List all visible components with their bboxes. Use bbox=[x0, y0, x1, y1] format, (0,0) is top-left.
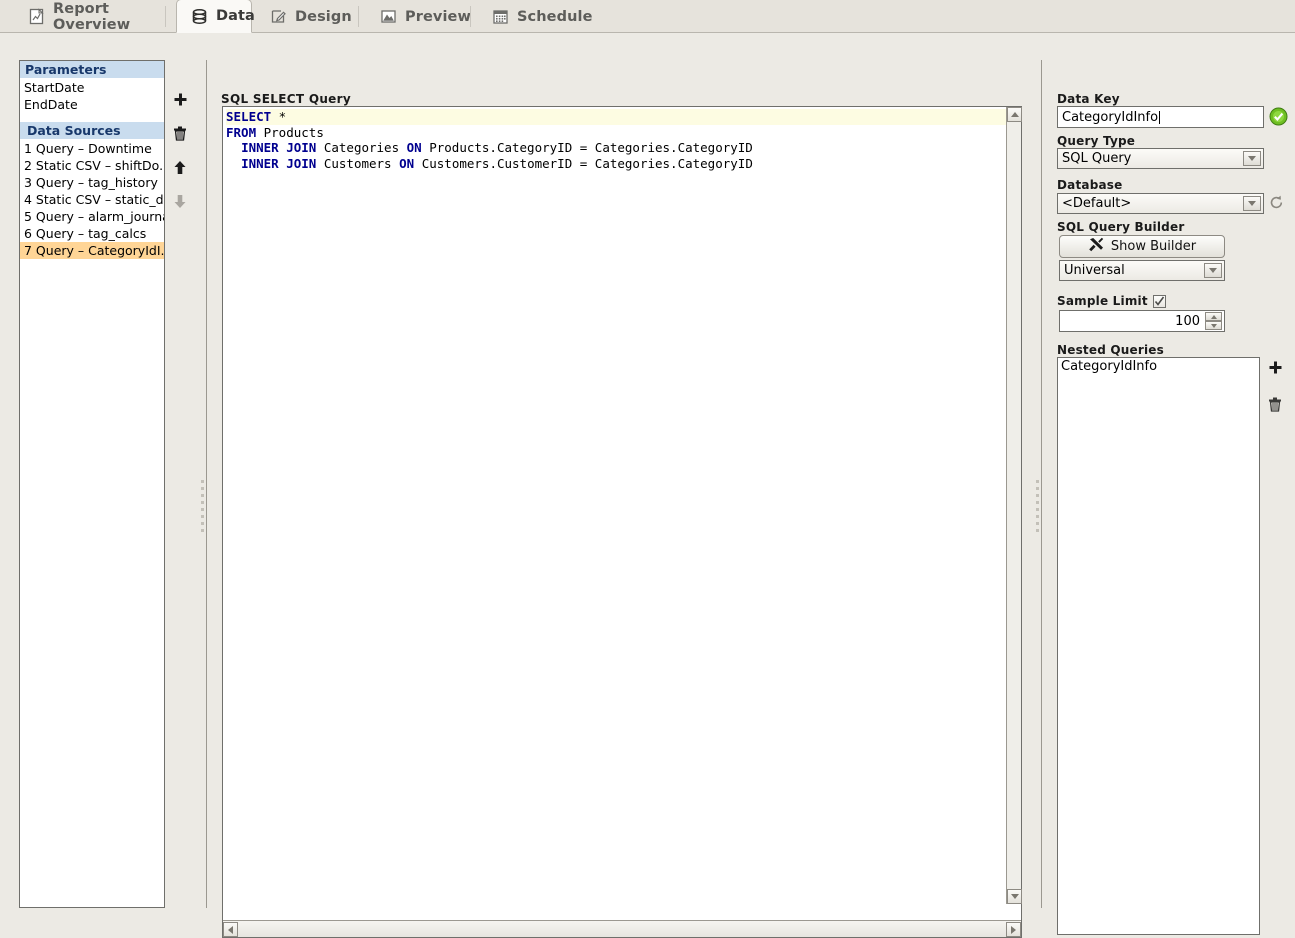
delete-icon[interactable] bbox=[170, 125, 190, 142]
tab-schedule[interactable]: Schedule bbox=[478, 0, 592, 33]
query-type-select[interactable]: SQL Query bbox=[1057, 148, 1264, 169]
tab-report-overview[interactable]: Report Overview bbox=[14, 0, 166, 33]
data-key-value: CategoryIdInfo bbox=[1062, 109, 1159, 125]
nested-queries-toolbar bbox=[1265, 357, 1285, 431]
tab-label: Report Overview bbox=[53, 0, 131, 33]
sql-editor-panel[interactable]: SELECT * FROM Products INNER JOIN Categor… bbox=[222, 106, 1022, 938]
list-item[interactable]: 4 Static CSV – static_d... bbox=[20, 191, 164, 208]
splitter-grip bbox=[1036, 480, 1039, 536]
query-type-label: Query Type bbox=[1057, 134, 1136, 148]
stepper-down-icon[interactable] bbox=[1205, 321, 1222, 330]
list-item[interactable]: StartDate bbox=[20, 79, 164, 96]
database-icon bbox=[191, 8, 208, 25]
move-up-icon[interactable] bbox=[170, 159, 190, 176]
parameters-list[interactable]: StartDate EndDate bbox=[20, 79, 164, 113]
splitter-grip bbox=[201, 480, 204, 536]
editor-vertical-scrollbar[interactable] bbox=[1006, 107, 1022, 904]
splitter-line bbox=[1041, 60, 1042, 908]
chevron-down-icon[interactable] bbox=[1243, 151, 1261, 166]
sql-editor-label: SQL SELECT Query bbox=[221, 92, 351, 106]
scroll-left-button[interactable] bbox=[223, 922, 238, 937]
sample-limit-label-group: Sample Limit bbox=[1057, 294, 1166, 308]
tools-icon bbox=[1088, 237, 1105, 256]
show-builder-button[interactable]: Show Builder bbox=[1059, 235, 1225, 258]
add-nested-icon[interactable] bbox=[1265, 357, 1285, 377]
list-item[interactable]: 6 Query – tag_calcs bbox=[20, 225, 164, 242]
sample-limit-value: 100 bbox=[1175, 313, 1200, 329]
tab-preview[interactable]: Preview bbox=[366, 0, 471, 33]
stepper-up-icon[interactable] bbox=[1205, 312, 1222, 321]
sql-line: FROM Products bbox=[226, 124, 324, 140]
builder-dialect-value: Universal bbox=[1064, 263, 1125, 278]
list-item[interactable]: 1 Query – Downtime bbox=[20, 140, 164, 157]
database-select[interactable]: <Default> bbox=[1057, 193, 1264, 214]
tab-label: Schedule bbox=[517, 8, 593, 25]
database-value: <Default> bbox=[1062, 196, 1132, 211]
add-icon[interactable] bbox=[170, 91, 190, 108]
sample-limit-checkbox[interactable] bbox=[1152, 294, 1166, 308]
query-type-value: SQL Query bbox=[1062, 151, 1132, 166]
pencil-icon bbox=[270, 8, 287, 25]
scroll-down-button[interactable] bbox=[1007, 889, 1022, 904]
list-item[interactable]: 2 Static CSV – shiftDo... bbox=[20, 157, 164, 174]
nested-queries-label: Nested Queries bbox=[1057, 343, 1164, 357]
data-key-input[interactable]: CategoryIdInfo bbox=[1057, 106, 1264, 128]
data-sources-list[interactable]: 1 Query – Downtime 2 Static CSV – shiftD… bbox=[20, 140, 164, 259]
list-item-selected[interactable]: 7 Query – CategoryIdI... bbox=[20, 242, 164, 259]
tab-design[interactable]: Design bbox=[256, 0, 359, 33]
chevron-down-icon[interactable] bbox=[1204, 263, 1222, 278]
list-item[interactable]: CategoryIdInfo bbox=[1058, 358, 1259, 374]
stepper-arrows[interactable] bbox=[1205, 312, 1222, 330]
image-icon bbox=[380, 8, 397, 25]
datasource-toolbar bbox=[170, 91, 190, 227]
move-down-icon[interactable] bbox=[170, 193, 190, 210]
right-splitter[interactable] bbox=[1033, 60, 1043, 908]
delete-nested-icon[interactable] bbox=[1265, 394, 1285, 414]
data-sources-header: Data Sources bbox=[20, 122, 164, 140]
list-item[interactable]: 5 Query – alarm_journal bbox=[20, 208, 164, 225]
data-key-label: Data Key bbox=[1057, 92, 1120, 106]
scroll-right-button[interactable] bbox=[1006, 922, 1021, 937]
sql-line-active: SELECT * bbox=[226, 109, 1006, 125]
nested-queries-list[interactable]: CategoryIdInfo bbox=[1057, 357, 1260, 935]
tab-label: Preview bbox=[405, 8, 471, 25]
sql-line: INNER JOIN Customers ON Customers.Custom… bbox=[241, 155, 753, 171]
chevron-down-icon[interactable] bbox=[1243, 196, 1261, 211]
sample-limit-label: Sample Limit bbox=[1057, 294, 1148, 308]
show-builder-label: Show Builder bbox=[1110, 239, 1197, 254]
datasource-list-panel[interactable]: Parameters StartDate EndDate Data Source… bbox=[19, 60, 165, 908]
main-tab-bar: Report Overview Data Design Preview Sche… bbox=[0, 0, 1295, 33]
left-splitter[interactable] bbox=[198, 60, 208, 908]
tab-label: Design bbox=[295, 8, 352, 25]
refresh-icon[interactable] bbox=[1268, 194, 1285, 215]
database-label: Database bbox=[1057, 178, 1123, 192]
sql-query-builder-label: SQL Query Builder bbox=[1057, 220, 1185, 234]
list-item[interactable]: 3 Query – tag_history bbox=[20, 174, 164, 191]
parameters-header: Parameters bbox=[20, 61, 164, 79]
valid-check-icon bbox=[1269, 107, 1288, 130]
query-properties-panel: Data Key CategoryIdInfo Query Type SQL Q… bbox=[1055, 60, 1295, 935]
scroll-up-button[interactable] bbox=[1007, 107, 1022, 122]
sample-limit-stepper[interactable]: 100 bbox=[1059, 310, 1225, 332]
builder-dialect-select[interactable]: Universal bbox=[1059, 260, 1225, 281]
calendar-icon bbox=[492, 8, 509, 25]
sql-text-area[interactable]: SELECT * FROM Products INNER JOIN Categor… bbox=[223, 107, 1006, 904]
splitter-line bbox=[206, 60, 207, 908]
text-caret bbox=[1159, 110, 1161, 124]
list-item[interactable]: EndDate bbox=[20, 96, 164, 113]
tab-data[interactable]: Data bbox=[176, 0, 255, 33]
data-tab-content: Parameters StartDate EndDate Data Source… bbox=[0, 33, 1295, 938]
sql-line: INNER JOIN Categories ON Products.Catego… bbox=[241, 140, 753, 155]
tab-label: Data bbox=[216, 8, 255, 24]
report-icon bbox=[28, 8, 45, 25]
